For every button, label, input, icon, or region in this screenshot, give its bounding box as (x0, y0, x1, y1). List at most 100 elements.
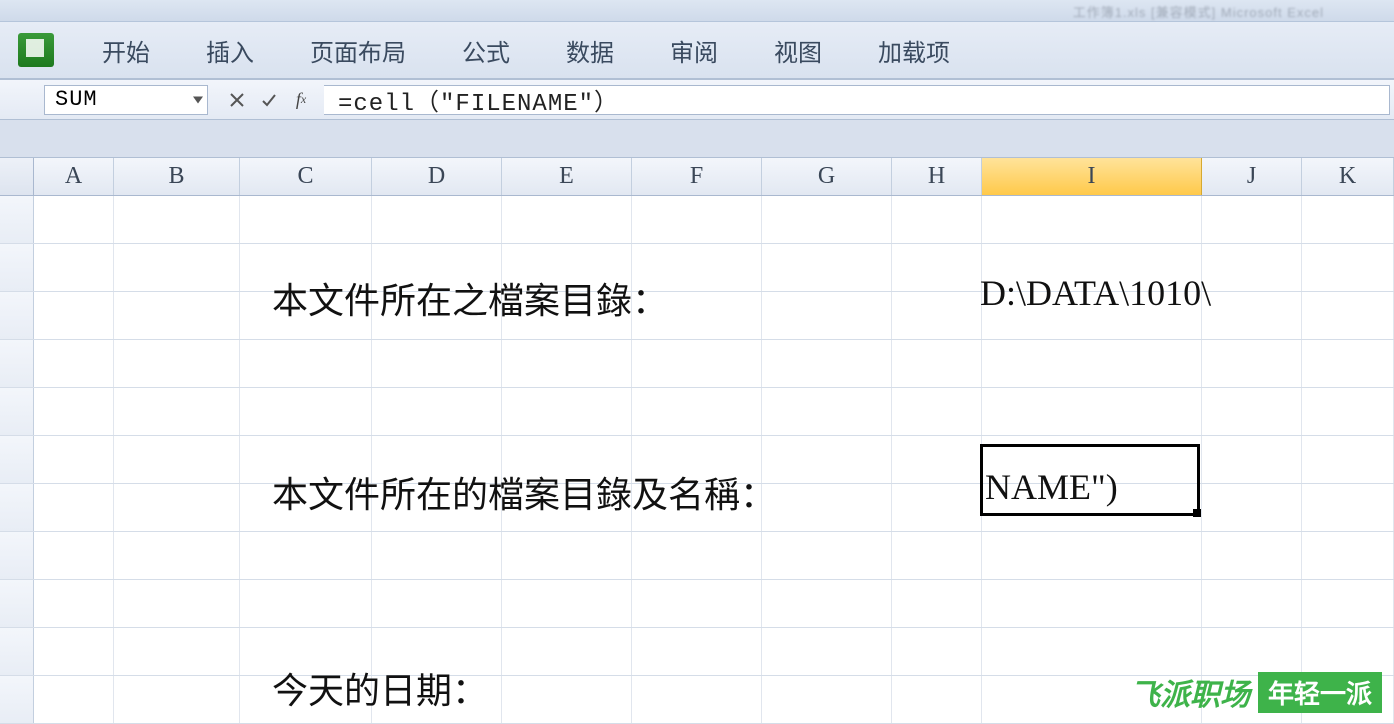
cell[interactable] (114, 628, 240, 675)
cell[interactable] (632, 676, 762, 723)
cell[interactable] (1202, 628, 1302, 675)
cell[interactable] (240, 436, 372, 483)
cell[interactable] (240, 484, 372, 531)
cell[interactable] (1202, 196, 1302, 243)
cell[interactable] (372, 388, 502, 435)
cell[interactable] (892, 196, 982, 243)
cancel-button[interactable] (226, 89, 248, 111)
cell[interactable] (762, 244, 892, 291)
cell[interactable] (34, 532, 114, 579)
cell[interactable] (762, 292, 892, 339)
cell[interactable] (892, 388, 982, 435)
cell[interactable] (502, 292, 632, 339)
name-box[interactable]: SUM (44, 85, 208, 115)
cell[interactable] (1302, 436, 1394, 483)
cell[interactable] (1302, 340, 1394, 387)
cell[interactable] (502, 676, 632, 723)
cell[interactable] (34, 196, 114, 243)
cell[interactable] (982, 580, 1202, 627)
cell[interactable] (34, 676, 114, 723)
cell[interactable] (34, 628, 114, 675)
cell[interactable] (1302, 580, 1394, 627)
cell[interactable] (34, 292, 114, 339)
cell[interactable] (114, 484, 240, 531)
row-header[interactable] (0, 196, 34, 243)
cell[interactable] (34, 340, 114, 387)
enter-button[interactable] (258, 89, 280, 111)
cell[interactable] (372, 196, 502, 243)
cell[interactable] (502, 532, 632, 579)
cell[interactable] (632, 436, 762, 483)
cell[interactable] (1202, 436, 1302, 483)
cell[interactable] (632, 628, 762, 675)
spreadsheet-grid[interactable]: 本文件所在之檔案目錄：D:\DATA\1010\本文件所在的檔案目錄及名稱：NA… (0, 196, 1394, 724)
cell[interactable] (1202, 484, 1302, 531)
cell[interactable] (372, 628, 502, 675)
row-header[interactable] (0, 388, 34, 435)
cell[interactable] (372, 532, 502, 579)
cell[interactable] (762, 340, 892, 387)
name-box-dropdown-icon[interactable] (193, 96, 203, 103)
cell[interactable] (892, 484, 982, 531)
cell[interactable] (114, 244, 240, 291)
column-header-K[interactable]: K (1302, 158, 1394, 195)
cell[interactable] (762, 628, 892, 675)
cell[interactable] (114, 292, 240, 339)
row-header[interactable] (0, 532, 34, 579)
cell[interactable] (114, 388, 240, 435)
cell[interactable] (762, 388, 892, 435)
cell[interactable] (1302, 292, 1394, 339)
cell[interactable] (982, 484, 1202, 531)
row-header[interactable] (0, 244, 34, 291)
cell[interactable] (372, 292, 502, 339)
cell[interactable] (1202, 532, 1302, 579)
cell[interactable] (982, 628, 1202, 675)
cell[interactable] (1202, 580, 1302, 627)
column-header-I[interactable]: I (982, 158, 1202, 195)
cell[interactable] (982, 532, 1202, 579)
cell[interactable] (240, 532, 372, 579)
column-header-J[interactable]: J (1202, 158, 1302, 195)
cell[interactable] (892, 676, 982, 723)
cell[interactable] (762, 676, 892, 723)
cell[interactable] (114, 436, 240, 483)
cell[interactable] (762, 484, 892, 531)
column-header-B[interactable]: B (114, 158, 240, 195)
cell[interactable] (502, 196, 632, 243)
cell[interactable] (502, 340, 632, 387)
cell[interactable] (240, 628, 372, 675)
cell[interactable] (502, 388, 632, 435)
row-header[interactable] (0, 292, 34, 339)
cell[interactable] (502, 628, 632, 675)
cell[interactable] (892, 292, 982, 339)
cell[interactable] (240, 676, 372, 723)
cell[interactable] (114, 340, 240, 387)
cell[interactable] (762, 196, 892, 243)
cell[interactable] (1302, 628, 1394, 675)
row-header[interactable] (0, 676, 34, 723)
cell[interactable] (1202, 340, 1302, 387)
cell[interactable] (114, 196, 240, 243)
insert-function-button[interactable]: fx (290, 89, 312, 111)
cell[interactable] (892, 436, 982, 483)
cell[interactable] (892, 244, 982, 291)
tab-home[interactable]: 开始 (74, 25, 178, 76)
cell[interactable] (502, 244, 632, 291)
cell[interactable] (1302, 388, 1394, 435)
tab-view[interactable]: 视图 (746, 25, 850, 76)
cell[interactable] (1302, 532, 1394, 579)
tab-page-layout[interactable]: 页面布局 (282, 25, 434, 76)
cell[interactable] (114, 676, 240, 723)
tab-addins[interactable]: 加载项 (850, 25, 978, 76)
cell[interactable] (372, 580, 502, 627)
cell[interactable] (632, 484, 762, 531)
cell[interactable] (502, 436, 632, 483)
column-header-F[interactable]: F (632, 158, 762, 195)
cell[interactable] (982, 196, 1202, 243)
cell[interactable] (240, 244, 372, 291)
tab-data[interactable]: 数据 (538, 25, 642, 76)
cell[interactable] (892, 532, 982, 579)
cell[interactable] (892, 340, 982, 387)
cell[interactable] (892, 580, 982, 627)
cell[interactable] (982, 292, 1202, 339)
